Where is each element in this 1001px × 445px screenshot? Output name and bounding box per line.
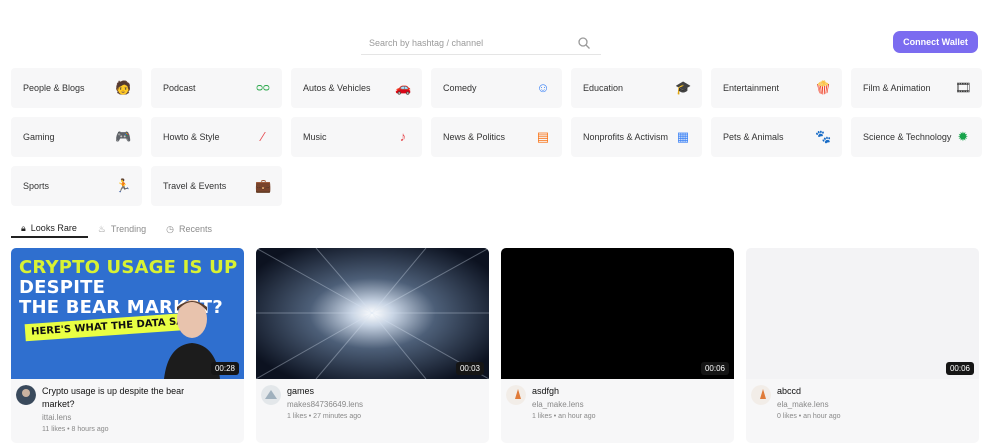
video-stats: 0 likes • an hour ago — [777, 413, 841, 420]
category-science-technology[interactable]: Science & Technology ✹ — [851, 117, 982, 157]
search-input[interactable] — [369, 37, 569, 48]
video-card[interactable]: CRYPTO USAGE IS UP DESPITE THE BEAR MARK… — [11, 248, 244, 443]
category-news-politics[interactable]: News & Politics ▤ — [431, 117, 562, 157]
duration-badge: 00:03 — [455, 362, 484, 375]
category-travel-events[interactable]: Travel & Events 💼 — [151, 166, 282, 206]
video-title[interactable]: abccd — [777, 385, 947, 398]
search-bar — [361, 31, 601, 55]
channel-handle[interactable]: ela_make.lens — [777, 400, 947, 409]
video-title[interactable]: asdfgh — [532, 385, 702, 398]
duration-badge: 00:06 — [700, 362, 729, 375]
video-stats: 1 likes • 27 minutes ago — [287, 413, 362, 420]
category-label: Music — [303, 132, 327, 142]
category-podcast[interactable]: Podcast ᴑᴑ — [151, 68, 282, 108]
category-label: Travel & Events — [163, 181, 227, 191]
car-icon: 🚗 — [395, 80, 412, 95]
category-education[interactable]: Education 🎓 — [571, 68, 702, 108]
category-label: Gaming — [23, 132, 55, 142]
channel-handle[interactable]: makes84736649.lens — [287, 400, 457, 409]
search-icon[interactable] — [577, 36, 591, 50]
video-title[interactable]: Crypto usage is up despite the bear mark… — [42, 385, 212, 411]
category-label: Sports — [23, 181, 50, 191]
avatar[interactable] — [751, 385, 771, 405]
microbe-icon: ✹ — [957, 129, 969, 144]
runner-icon: 🏃 — [115, 178, 132, 193]
podcast-icon: ᴑᴑ — [256, 82, 270, 94]
category-label: Comedy — [443, 83, 477, 93]
video-title[interactable]: games — [287, 385, 457, 398]
category-label: Entertainment — [723, 83, 780, 93]
video-thumbnail[interactable]: 00:06 — [746, 248, 979, 379]
category-howto-style[interactable]: Howto & Style ⁄ — [151, 117, 282, 157]
category-comedy[interactable]: Comedy ☺ — [431, 68, 562, 108]
category-label: Howto & Style — [163, 132, 220, 142]
category-label: News & Politics — [443, 132, 506, 142]
video-card[interactable]: 00:06 abccd ela_make.lens 0 likes • an h… — [746, 248, 979, 443]
clock-icon: ◷ — [166, 223, 174, 234]
suitcase-icon: 💼 — [255, 178, 272, 193]
category-entertainment[interactable]: Entertainment 🍿 — [711, 68, 842, 108]
gamepad-icon: 🎮 — [115, 129, 132, 144]
tab-trending[interactable]: ♨ Trending — [88, 220, 156, 238]
brush-icon: ⁄ — [261, 129, 265, 144]
popcorn-icon: 🍿 — [815, 80, 832, 95]
film-icon: 🎞 — [955, 80, 972, 95]
tab-label: Recents — [178, 224, 212, 234]
channel-handle[interactable]: ela_make.lens — [532, 400, 702, 409]
category-label: Nonprofits & Activism — [583, 132, 669, 142]
category-gaming[interactable]: Gaming 🎮 — [11, 117, 142, 157]
paw-icon: 🐾 — [815, 129, 832, 144]
duration-badge: 00:28 — [210, 362, 239, 375]
music-note-icon: ♪ — [399, 129, 407, 144]
category-label: Education — [583, 83, 624, 93]
category-film-animation[interactable]: Film & Animation 🎞 — [851, 68, 982, 108]
category-label: Podcast — [163, 83, 196, 93]
tab-looks-rare[interactable]: 🔒︎ Looks Rare — [11, 220, 88, 238]
category-label: People & Blogs — [23, 83, 85, 93]
person-icon: 🧑 — [115, 80, 132, 95]
graduation-cap-icon: 🎓 — [675, 80, 692, 95]
category-label: Science & Technology — [863, 132, 952, 142]
feed-tabs: 🔒︎ Looks Rare ♨ Trending ◷ Recents — [11, 220, 222, 240]
avatar[interactable] — [261, 385, 281, 405]
video-card[interactable]: 00:06 asdfgh ela_make.lens 1 likes • an … — [501, 248, 734, 443]
category-music[interactable]: Music ♪ — [291, 117, 422, 157]
video-thumbnail[interactable]: 00:03 — [256, 248, 489, 379]
flame-icon: ♨ — [97, 223, 106, 234]
category-autos-vehicles[interactable]: Autos & Vehicles 🚗 — [291, 68, 422, 108]
category-nonprofits-activism[interactable]: Nonprofits & Activism ▦ — [571, 117, 702, 157]
video-grid: CRYPTO USAGE IS UP DESPITE THE BEAR MARK… — [11, 248, 979, 443]
video-thumbnail[interactable]: 00:06 — [501, 248, 734, 379]
newspaper-icon: ▤ — [536, 129, 550, 144]
tab-label: Trending — [110, 224, 147, 234]
video-stats: 1 likes • an hour ago — [532, 413, 596, 420]
category-label: Autos & Vehicles — [303, 83, 371, 93]
avatar[interactable] — [16, 385, 36, 405]
tab-label: Looks Rare — [30, 223, 77, 233]
tunnel-image — [256, 248, 489, 379]
building-icon: ▦ — [676, 129, 690, 144]
category-sports[interactable]: Sports 🏃 — [11, 166, 142, 206]
video-stats: 11 likes • 8 hours ago — [42, 426, 109, 433]
category-pets-animals[interactable]: Pets & Animals 🐾 — [711, 117, 842, 157]
duration-badge: 00:06 — [945, 362, 974, 375]
category-people-blogs[interactable]: People & Blogs 🧑 — [11, 68, 142, 108]
category-label: Film & Animation — [863, 83, 931, 93]
channel-handle[interactable]: ittai.lens — [42, 413, 212, 422]
lock-icon: 🔒︎ — [21, 222, 26, 233]
category-label: Pets & Animals — [723, 132, 784, 142]
avatar[interactable] — [506, 385, 526, 405]
video-card[interactable]: 00:03 games makes84736649.lens 1 likes •… — [256, 248, 489, 443]
video-thumbnail[interactable]: CRYPTO USAGE IS UP DESPITE THE BEAR MARK… — [11, 248, 244, 379]
smile-icon: ☺ — [536, 80, 550, 95]
connect-wallet-button[interactable]: Connect Wallet — [893, 31, 978, 53]
category-grid: People & Blogs 🧑 Podcast ᴑᴑ Autos & Vehi… — [11, 68, 983, 206]
tab-recents[interactable]: ◷ Recents — [156, 220, 222, 238]
